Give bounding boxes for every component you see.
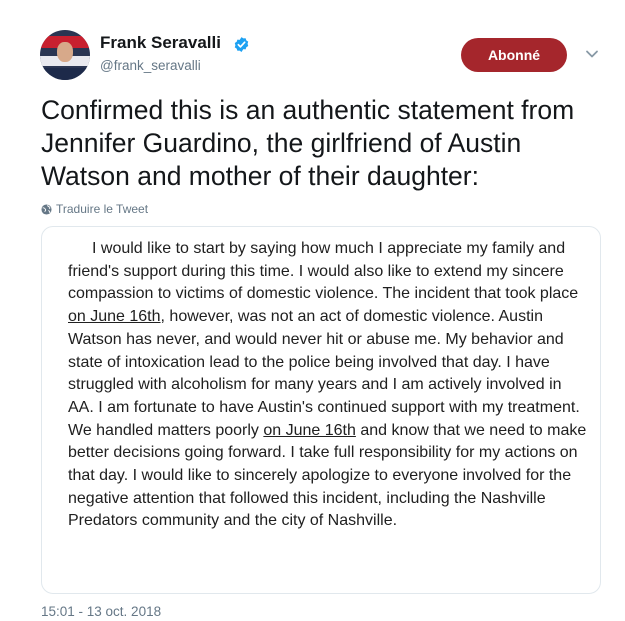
translate-label: Traduire le Tweet [56,202,149,216]
globe-icon [41,204,52,215]
tweet-timestamp[interactable]: 15:01 - 13 oct. 2018 [41,604,161,619]
tweet-text: Confirmed this is an authentic statement… [41,95,575,191]
author-handle[interactable]: @frank_seravalli [100,58,201,73]
statement-date: on June 16th [68,308,161,326]
follow-button[interactable]: Abonné [461,38,567,72]
avatar-photo-band [40,68,90,80]
avatar-face [57,42,73,62]
translate-tweet-link[interactable]: Traduire le Tweet [41,202,148,216]
statement-date: on June 16th [263,421,356,439]
avatar[interactable] [40,30,90,80]
statement-part: I would like to start by saying how much… [68,240,579,303]
chevron-down-icon[interactable] [584,48,600,60]
author-name[interactable]: Frank Seravalli [100,33,221,53]
statement-text: I would like to start by saying how much… [68,238,588,533]
statement-part: , however, was not an act of domestic vi… [68,308,580,439]
verified-badge-icon [234,37,249,52]
statement-image[interactable]: I would like to start by saying how much… [41,226,601,594]
